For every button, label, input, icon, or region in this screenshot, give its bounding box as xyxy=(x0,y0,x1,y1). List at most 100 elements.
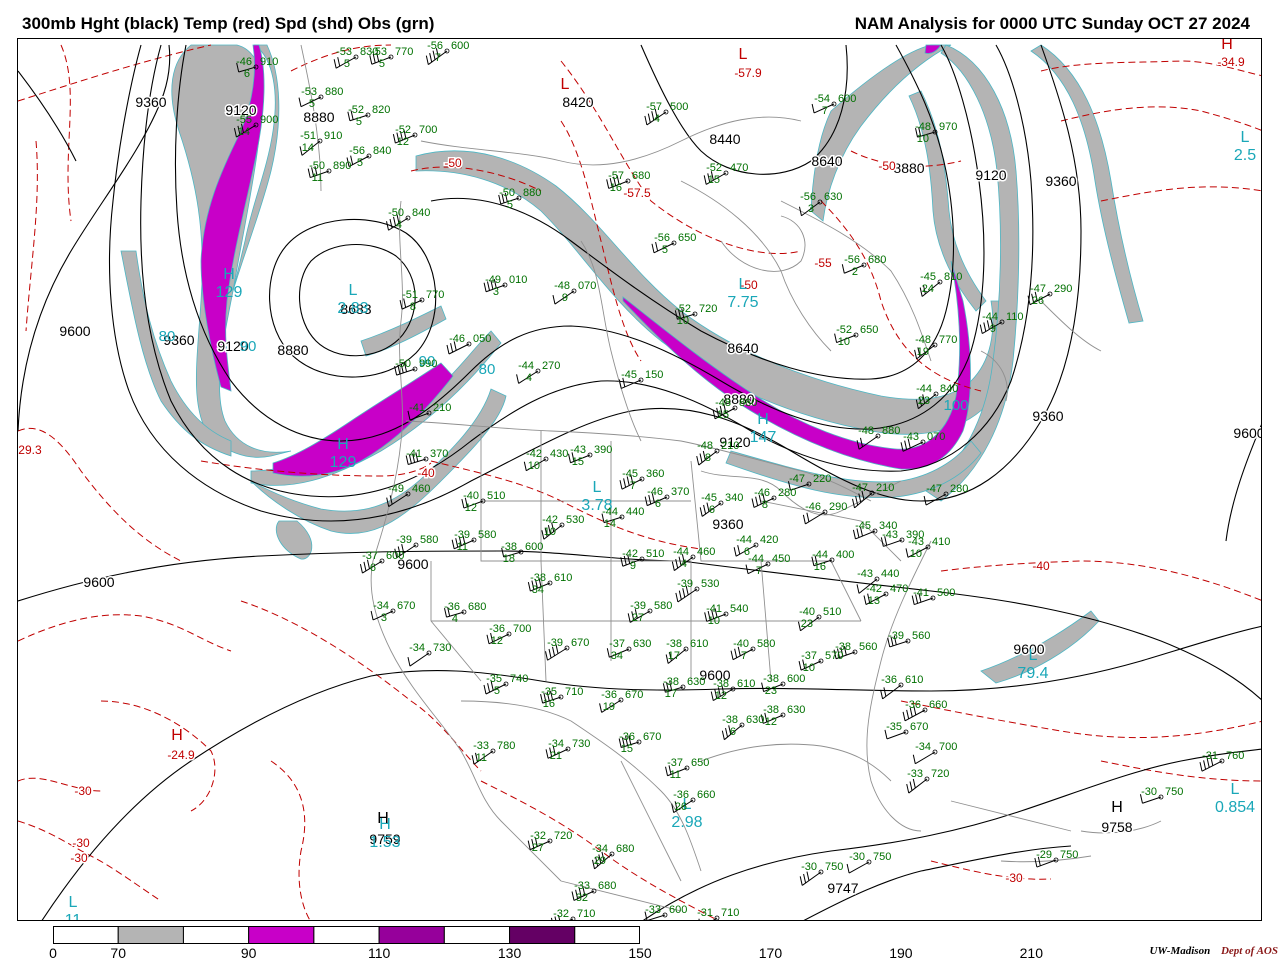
colorbar-segment xyxy=(379,926,444,944)
obs-height: 650 xyxy=(678,232,696,244)
temp-contour xyxy=(241,601,481,771)
obs-height: 600 xyxy=(386,550,404,562)
obs-height: 460 xyxy=(412,483,430,495)
obs-dewpoint: 19 xyxy=(603,701,615,713)
obs-temp: -53 xyxy=(336,46,352,58)
station-obs: -35670 xyxy=(885,721,928,739)
obs-temp: -52 xyxy=(836,324,852,336)
obs-dewpoint: 10 xyxy=(528,460,540,472)
extrema-value: 11 xyxy=(65,912,82,921)
obs-dewpoint: 14 xyxy=(302,142,314,154)
obs-height: 670 xyxy=(625,689,643,701)
obs-temp: -40 xyxy=(463,490,479,502)
colorbar-tick-label: 0 xyxy=(49,945,57,961)
obs-dewpoint: 11 xyxy=(670,769,681,781)
obs-height: 780 xyxy=(497,740,515,752)
wind-barb-flag xyxy=(364,562,366,571)
obs-height: 990 xyxy=(419,358,437,370)
obs-dewpoint: 3 xyxy=(381,612,387,624)
obs-temp: -48 xyxy=(915,334,931,346)
station-obs: -4729026 xyxy=(1028,283,1072,307)
wind-barb-flag xyxy=(704,175,706,184)
height-label: 9747 xyxy=(827,880,858,896)
obs-dewpoint: 5 xyxy=(344,58,350,70)
colorbar-tick-label: 130 xyxy=(498,945,521,961)
obs-height: 670 xyxy=(571,637,589,649)
station-obs: -30750 xyxy=(847,851,891,873)
temp-contour xyxy=(26,141,37,331)
obs-height: 840 xyxy=(373,145,391,157)
obs-height: 280 xyxy=(778,487,796,499)
obs-temp: -36 xyxy=(601,689,617,701)
obs-height: 110 xyxy=(1006,311,1024,323)
obs-temp: -44 xyxy=(812,549,828,561)
obs-height: 840 xyxy=(940,383,958,395)
obs-temp: -36 xyxy=(673,789,689,801)
obs-height: 840 xyxy=(412,207,430,219)
obs-height: 540 xyxy=(730,603,748,615)
obs-dewpoint: 6 xyxy=(730,726,736,738)
obs-height: 710 xyxy=(721,907,739,919)
obs-temp: -43 xyxy=(570,444,586,456)
obs-height: 630 xyxy=(787,704,805,716)
temp-label: -55 xyxy=(814,256,832,270)
station-obs: -566007 xyxy=(426,40,469,65)
wind-barb-flag xyxy=(704,505,706,514)
station-obs: -4253010 xyxy=(542,514,584,539)
station-obs: -538805 xyxy=(299,86,343,110)
station-obs: -3272027 xyxy=(528,830,572,854)
station-observations: -469106-538305-537705-566007-538805-5282… xyxy=(234,40,1244,921)
obs-height: 530 xyxy=(701,578,719,590)
station-obs: -386306 xyxy=(722,714,764,740)
station-obs: -3863012 xyxy=(761,704,805,728)
obs-dewpoint: 10 xyxy=(838,336,850,348)
height-label: 8420 xyxy=(562,94,593,110)
station-obs: -36660 xyxy=(903,699,947,721)
obs-temp: -33 xyxy=(574,880,590,892)
wind-barb-flag xyxy=(853,499,855,508)
wind-barb-flag xyxy=(711,692,713,701)
station-obs: -34730 xyxy=(408,642,451,666)
station-obs: -39530 xyxy=(676,578,719,602)
height-label: 8880 xyxy=(277,342,308,358)
weather-map[interactable]: 9360912088808440864088809120936096009360… xyxy=(17,38,1262,921)
extrema-letter: H xyxy=(1111,799,1123,816)
obs-height: 070 xyxy=(578,280,596,292)
wind-barb-flag xyxy=(600,703,602,712)
obs-temp: -46 xyxy=(236,56,252,68)
height-label: 9600 xyxy=(83,574,114,590)
wind-barb-flag xyxy=(857,584,859,593)
station-obs: -3666026 xyxy=(672,789,716,813)
extrema-letter: L xyxy=(561,76,570,93)
obs-height: 220 xyxy=(813,473,831,485)
height-label: 8640 xyxy=(811,153,842,169)
speed-label: 100 xyxy=(943,397,968,414)
extrema-value: 2.98 xyxy=(671,814,702,831)
obs-temp: -56 xyxy=(427,40,443,52)
obs-dewpoint: 21 xyxy=(550,750,562,762)
temp-label: -30 xyxy=(74,784,92,798)
obs-temp: -36 xyxy=(444,601,460,613)
obs-dewpoint: 26 xyxy=(1032,295,1044,307)
wind-barb-flag xyxy=(910,782,912,791)
obs-dewpoint: 14 xyxy=(604,518,616,530)
wind-barb-flag xyxy=(731,651,733,660)
temp-label: -29.3 xyxy=(18,443,42,457)
obs-temp: -50 xyxy=(395,358,411,370)
obs-temp: -39 xyxy=(454,529,470,541)
wind-barb-flag xyxy=(980,325,982,334)
obs-temp: -48 xyxy=(697,440,713,452)
chart-title-left: 300mb Hght (black) Temp (red) Spd (shd) … xyxy=(22,14,434,34)
obs-height: 880 xyxy=(882,425,900,437)
obs-temp: -32 xyxy=(530,830,546,842)
extrema-value: 1.53 xyxy=(369,834,400,851)
obs-temp: -42 xyxy=(542,514,558,526)
obs-temp: -43 xyxy=(882,529,898,541)
wind-speed-70kt-shading xyxy=(121,45,1143,683)
wind-barb-flag xyxy=(913,779,915,788)
extrema-letter: L xyxy=(349,282,358,299)
obs-temp: -36 xyxy=(881,674,897,686)
wind-barb-flag xyxy=(913,755,915,764)
obs-temp: -30 xyxy=(1141,786,1157,798)
obs-height: 580 xyxy=(757,638,775,650)
